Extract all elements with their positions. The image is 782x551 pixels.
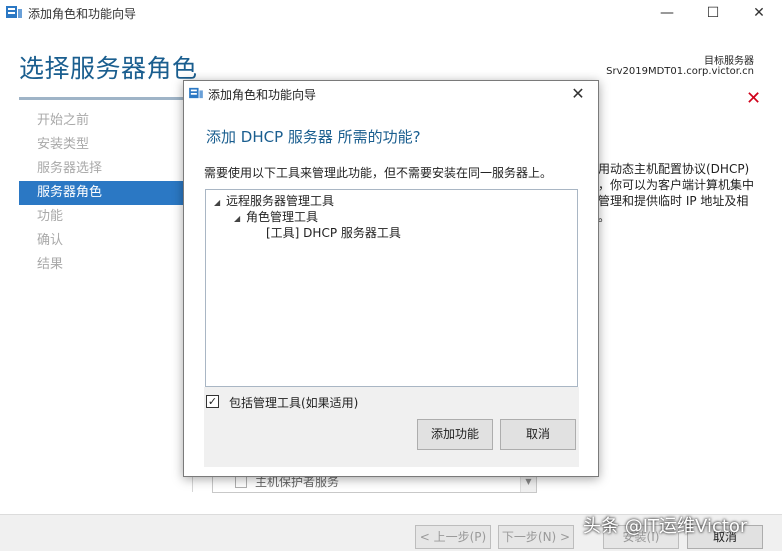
include-tools-checkbox[interactable]: ✓ — [206, 395, 219, 408]
expand-triangle-icon[interactable]: ◢ — [214, 198, 226, 207]
next-button[interactable]: 下一步(N) > — [498, 525, 574, 549]
description-line: ，你可以为客户端计算机集中 — [598, 178, 755, 192]
nav-item-before-you-begin[interactable]: 开始之前 — [19, 109, 184, 133]
feature-tree[interactable]: ◢ 远程服务器管理工具 ◢ 角色管理工具 [工具] DHCP 服务器工具 — [205, 189, 578, 387]
description-line: 管理和提供临时 IP 地址及相 — [598, 194, 749, 208]
tree-item-dhcp-tools[interactable]: [工具] DHCP 服务器工具 — [266, 224, 401, 241]
window-titlebar: 添加角色和功能向导 — ☐ ✕ — [0, 0, 782, 26]
watermark: 头条 @IT运维Victor — [583, 516, 748, 537]
description-line: 。 — [598, 210, 611, 224]
add-features-button[interactable]: 添加功能 — [417, 419, 493, 450]
maximize-button[interactable]: ☐ — [690, 0, 736, 26]
wizard-nav: 开始之前 安装类型 服务器选择 服务器角色 功能 确认 结果 — [19, 109, 184, 277]
dialog-close-button[interactable]: ✕ — [566, 83, 590, 105]
error-close-icon: ✕ — [746, 88, 762, 109]
target-server-label: 目标服务器 — [704, 56, 754, 67]
nav-item-results[interactable]: 结果 — [19, 253, 184, 277]
tree-item-label: [工具] DHCP 服务器工具 — [266, 226, 401, 240]
dialog-titlebar: 添加角色和功能向导 ✕ — [184, 81, 598, 107]
role-description: 用动态主机配置协议(DHCP) ，你可以为客户端计算机集中 管理和提供临时 IP… — [598, 161, 782, 225]
nav-item-server-selection[interactable]: 服务器选择 — [19, 157, 184, 181]
nav-item-server-roles[interactable]: 服务器角色 — [19, 181, 184, 205]
tree-item-label: 远程服务器管理工具 — [226, 194, 335, 208]
tree-item-rsat[interactable]: ◢ 远程服务器管理工具 — [214, 192, 334, 209]
dialog-title: 添加角色和功能向导 — [208, 88, 317, 102]
target-server-value: Srv2019MDT01.corp.victor.cn — [606, 66, 754, 77]
dialog-description: 需要使用以下工具来管理此功能，但不需要安装在同一服务器上。 — [204, 166, 553, 180]
dialog-footer: ✓ 包括管理工具(如果适用) 添加功能 取消 — [204, 387, 579, 467]
nav-item-installation-type[interactable]: 安装类型 — [19, 133, 184, 157]
minimize-button[interactable]: — — [644, 0, 690, 26]
tree-item-label: 角色管理工具 — [246, 210, 319, 224]
header-divider — [19, 97, 184, 100]
nav-item-confirmation[interactable]: 确认 — [19, 229, 184, 253]
description-line: 用动态主机配置协议(DHCP) — [598, 162, 750, 176]
dialog-heading: 添加 DHCP 服务器 所需的功能? — [206, 128, 421, 146]
server-manager-icon — [189, 87, 203, 99]
role-checkbox[interactable] — [235, 476, 247, 488]
include-tools-label[interactable]: 包括管理工具(如果适用) — [229, 394, 358, 411]
dialog-cancel-button[interactable]: 取消 — [500, 419, 576, 450]
tree-item-role-tools[interactable]: ◢ 角色管理工具 — [234, 208, 318, 225]
window-title: 添加角色和功能向导 — [28, 7, 137, 21]
previous-button[interactable]: < 上一步(P) — [415, 525, 491, 549]
add-features-dialog: 添加角色和功能向导 ✕ 添加 DHCP 服务器 所需的功能? 需要使用以下工具来… — [183, 80, 599, 477]
close-window-button[interactable]: ✕ — [736, 0, 782, 26]
page-title: 选择服务器角色 — [19, 54, 198, 83]
server-manager-icon — [6, 6, 22, 18]
expand-triangle-icon[interactable]: ◢ — [234, 214, 246, 223]
nav-item-features[interactable]: 功能 — [19, 205, 184, 229]
